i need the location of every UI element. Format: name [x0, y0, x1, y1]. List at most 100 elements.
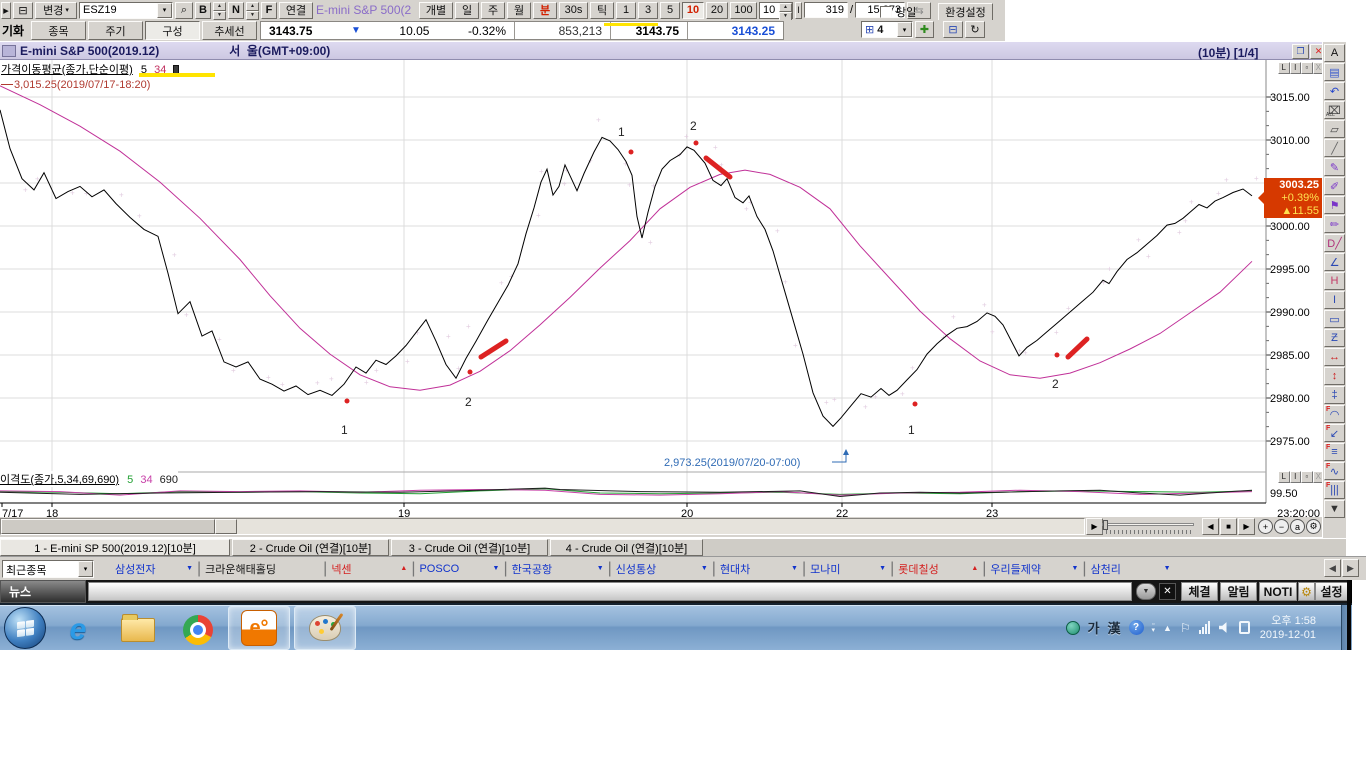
- interval-10-button[interactable]: 10: [682, 2, 704, 19]
- ticker-scroll-right-icon[interactable]: ▶: [1342, 559, 1359, 577]
- stop-button[interactable]: ■: [1220, 518, 1237, 535]
- period-month-button[interactable]: 월: [507, 2, 531, 19]
- chart-tab-4[interactable]: 4 - Crude Oil (연결)[10분]: [550, 539, 703, 556]
- angle-tool-icon[interactable]: ∠: [1324, 253, 1345, 271]
- individual-button[interactable]: 개별: [419, 2, 453, 19]
- count-spinbox[interactable]: 10▲▼: [759, 2, 793, 19]
- main-chart[interactable]: 3015.003010.003005.003000.002995.002990.…: [0, 60, 1322, 518]
- playback-slider[interactable]: [1100, 519, 1197, 534]
- symbol-combo[interactable]: ESZ19▾: [79, 2, 173, 19]
- period-30s-button[interactable]: 30s: [559, 2, 588, 19]
- tray-show-hidden-icon[interactable]: ▲: [1163, 623, 1172, 633]
- f-button[interactable]: F: [261, 2, 277, 19]
- count-spinbox-spinner[interactable]: ▲▼: [779, 3, 792, 18]
- period-minute-button[interactable]: 분: [533, 2, 557, 19]
- ibeam-tool-icon[interactable]: I: [1324, 291, 1345, 309]
- taskbar-trading-app-icon[interactable]: e°: [228, 606, 290, 650]
- chart-scrollbar-grip[interactable]: [215, 519, 237, 534]
- ticker-item[interactable]: 롯데칠성▲: [896, 561, 980, 577]
- count-spinbox-up[interactable]: ▲: [779, 3, 792, 12]
- tray-flag-icon[interactable]: ⚐: [1180, 621, 1191, 635]
- ticker-item[interactable]: 넥센▲: [329, 561, 409, 577]
- chart-area[interactable]: 3015.003010.003005.003000.002995.002990.…: [0, 60, 1322, 518]
- tray-help-icon[interactable]: ?: [1129, 620, 1144, 635]
- pen-line-icon[interactable]: ✎: [1324, 158, 1345, 176]
- mini-control-▫-icon[interactable]: ▫: [1301, 471, 1313, 483]
- taskbar-ie-icon[interactable]: e: [58, 610, 98, 650]
- tray-language-icon[interactable]: [1066, 621, 1080, 635]
- degree-line-icon[interactable]: D╱: [1324, 234, 1345, 252]
- tray-window-icon[interactable]: ▫▾: [1152, 622, 1156, 634]
- ime-hanja-indicator[interactable]: 漢: [1108, 618, 1121, 637]
- recent-symbols-arrow[interactable]: ▾: [78, 561, 93, 577]
- zoom-auto-icon[interactable]: a: [1290, 519, 1305, 534]
- news-wrench-icon[interactable]: ⚙: [1298, 582, 1315, 601]
- ticker-item[interactable]: 크라운해태홀딩: [203, 561, 321, 577]
- add-chart-button[interactable]: ✚: [915, 21, 934, 38]
- maximize-icon[interactable]: ❐: [1292, 44, 1309, 59]
- chart-tab-2[interactable]: 2 - Crude Oil (연결)[10분]: [232, 539, 389, 556]
- text-tool[interactable]: A: [1324, 44, 1345, 62]
- mini-control-l-icon[interactable]: L: [1278, 62, 1290, 74]
- period-week-button[interactable]: 주: [481, 2, 505, 19]
- n-button[interactable]: N: [228, 2, 244, 19]
- ticker-item[interactable]: 모나미▼: [808, 561, 888, 577]
- ticker-item[interactable]: 삼성전자▼: [113, 561, 195, 577]
- chart-window-icon[interactable]: ⊟: [13, 2, 33, 19]
- layout-grid-select[interactable]: ⊞ 4 ▾: [861, 21, 913, 38]
- symbol-combo-arrow[interactable]: ▾: [157, 3, 172, 18]
- interval-20-button[interactable]: 20: [706, 2, 728, 19]
- noti-button[interactable]: NOTI: [1259, 582, 1297, 601]
- taskbar-paint-icon[interactable]: [294, 606, 356, 650]
- channel-tool-icon[interactable]: H: [1324, 272, 1345, 290]
- disparity-title[interactable]: 이격도(종가,5,34,69,690): [0, 474, 119, 486]
- eraser-icon[interactable]: ▱: [1324, 120, 1345, 138]
- start-button[interactable]: [4, 607, 46, 649]
- interval-3-button[interactable]: 3: [638, 2, 658, 19]
- mini-control-i-icon[interactable]: I: [1290, 471, 1302, 483]
- mini-control-i-icon[interactable]: I: [1290, 62, 1302, 74]
- today-checkbox[interactable]: [880, 6, 892, 18]
- n-spinner-down[interactable]: ▼: [246, 11, 259, 20]
- slider-thumb[interactable]: [1103, 520, 1108, 530]
- bar-position-field[interactable]: 319: [804, 2, 848, 18]
- zoom-out-icon[interactable]: −: [1274, 519, 1289, 534]
- chart-scrollbar-thumb[interactable]: [1, 519, 215, 534]
- divider-i-button[interactable]: I: [795, 2, 802, 19]
- ma-legend-title[interactable]: 가격이동평균(종가,단순이평): [1, 64, 133, 76]
- mini-control-l-icon[interactable]: L: [1278, 471, 1290, 483]
- wrench-icon[interactable]: ⚙: [1306, 519, 1321, 534]
- ticker-item[interactable]: 삼천리▼: [1089, 561, 1173, 577]
- tray-network-icon[interactable]: [1199, 621, 1211, 634]
- change-button[interactable]: 변경▾: [35, 2, 77, 19]
- v-measure-icon[interactable]: ↕: [1324, 367, 1345, 385]
- ticker-item[interactable]: 현대차▼: [718, 561, 800, 577]
- stock-button[interactable]: 종목: [31, 21, 86, 40]
- panel-toggle-icon[interactable]: ▸: [1, 2, 11, 19]
- news-ticker-area[interactable]: [88, 582, 1132, 601]
- ticker-item[interactable]: 우리들제약▼: [988, 561, 1080, 577]
- interval-5-button[interactable]: 5: [660, 2, 680, 19]
- settings-button[interactable]: 환경설정: [938, 3, 992, 21]
- recent-symbols-combo[interactable]: 최근종목 ▾: [2, 560, 94, 578]
- search-icon[interactable]: ⌕: [175, 2, 193, 19]
- connect-button[interactable]: 연결: [279, 2, 313, 19]
- b-spinner[interactable]: ▲▼: [213, 2, 226, 19]
- fibo-retrace-icon[interactable]: ≡F: [1324, 443, 1345, 461]
- b-spinner-up[interactable]: ▲: [213, 2, 226, 11]
- zoom-in-icon[interactable]: +: [1258, 519, 1273, 534]
- fibo-speed-icon[interactable]: ↙F: [1324, 424, 1345, 442]
- n-spinner[interactable]: ▲▼: [246, 2, 259, 19]
- undo-icon[interactable]: ↶: [1324, 82, 1345, 100]
- refresh-icon[interactable]: ↻: [965, 21, 985, 38]
- ime-korean-indicator[interactable]: 가: [1088, 618, 1100, 637]
- zigzag-tool-icon[interactable]: Ƶ: [1324, 329, 1345, 347]
- fibo-wave-icon[interactable]: ∿F: [1324, 462, 1345, 480]
- period-button[interactable]: 주기: [88, 21, 143, 40]
- pen-arrow-icon[interactable]: ✐: [1324, 177, 1345, 195]
- crayon-icon[interactable]: ✏: [1324, 215, 1345, 233]
- step-back-button[interactable]: ◀: [1202, 518, 1219, 535]
- h-measure-icon[interactable]: ↔: [1324, 348, 1345, 366]
- b-button[interactable]: B: [195, 2, 211, 19]
- range-measure-icon[interactable]: ‡: [1324, 386, 1345, 404]
